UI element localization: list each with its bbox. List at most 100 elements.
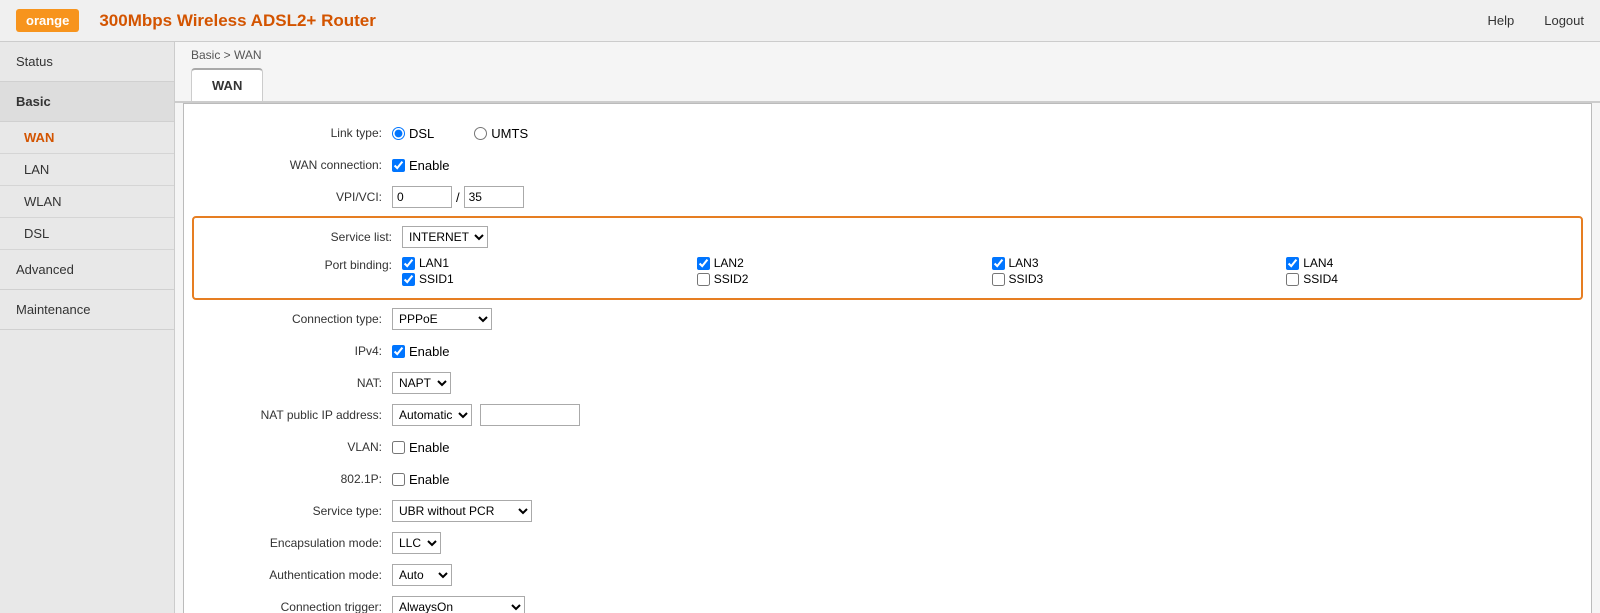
service-list-value: INTERNET	[402, 226, 1573, 248]
sidebar-item-lan[interactable]: LAN	[0, 154, 174, 186]
port-ssid2: SSID2	[697, 272, 984, 286]
nat-value: NAPT NAT None	[392, 372, 1583, 394]
dot1p-enable-label: Enable	[409, 472, 449, 487]
sidebar-item-wlan[interactable]: WLAN	[0, 186, 174, 218]
sidebar-item-advanced[interactable]: Advanced	[0, 250, 174, 290]
port-lan4: LAN4	[1286, 256, 1573, 270]
service-list-row: Service list: INTERNET	[202, 224, 1573, 250]
wan-connection-value: Enable	[392, 158, 1583, 173]
dot1p-row: 802.1P: Enable	[192, 466, 1583, 492]
ipv4-row: IPv4: Enable	[192, 338, 1583, 364]
ssid4-checkbox[interactable]	[1286, 273, 1299, 286]
ipv4-checkbox[interactable]	[392, 345, 405, 358]
dot1p-checkbox[interactable]	[392, 473, 405, 486]
form-container: Link type: DSL UMTS WAN connection: Enab…	[183, 103, 1592, 613]
encapsulation-label: Encapsulation mode:	[192, 536, 392, 550]
encapsulation-value: LLC VC	[392, 532, 1583, 554]
ssid1-checkbox[interactable]	[402, 273, 415, 286]
vpi-vci-label: VPI/VCI:	[192, 190, 392, 204]
lan2-label: LAN2	[714, 256, 744, 270]
nat-public-ip-row: NAT public IP address: Automatic Manual	[192, 402, 1583, 428]
service-port-box: Service list: INTERNET Port binding:	[192, 216, 1583, 300]
lan2-checkbox[interactable]	[697, 257, 710, 270]
link-type-umts-label: UMTS	[491, 126, 528, 141]
connection-trigger-row: Connection trigger: AlwaysOn Manual Conn…	[192, 594, 1583, 613]
help-link[interactable]: Help	[1487, 13, 1514, 28]
vci-separator: /	[456, 190, 460, 205]
authentication-value: Auto PAP CHAP	[392, 564, 1583, 586]
nat-public-ip-select[interactable]: Automatic Manual	[392, 404, 472, 426]
lan3-checkbox[interactable]	[992, 257, 1005, 270]
port-ssid4: SSID4	[1286, 272, 1573, 286]
nat-public-ip-input[interactable]	[480, 404, 580, 426]
lan4-checkbox[interactable]	[1286, 257, 1299, 270]
service-type-value: UBR without PCR UBR with PCR CBR	[392, 500, 1583, 522]
service-type-select[interactable]: UBR without PCR UBR with PCR CBR	[392, 500, 532, 522]
service-type-row: Service type: UBR without PCR UBR with P…	[192, 498, 1583, 524]
ssid3-label: SSID3	[1009, 272, 1044, 286]
vlan-label: VLAN:	[192, 440, 392, 454]
logout-link[interactable]: Logout	[1544, 13, 1584, 28]
ssid3-checkbox[interactable]	[992, 273, 1005, 286]
encapsulation-select[interactable]: LLC VC	[392, 532, 441, 554]
connection-type-label: Connection type:	[192, 312, 392, 326]
sidebar-item-dsl[interactable]: DSL	[0, 218, 174, 250]
wan-connection-label: WAN connection:	[192, 158, 392, 172]
sidebar-item-basic[interactable]: Basic	[0, 82, 174, 122]
service-list-label: Service list:	[202, 230, 402, 244]
port-binding-grid: LAN1 LAN2 LAN3	[402, 256, 1573, 286]
link-type-label: Link type:	[192, 126, 392, 140]
sidebar-item-wan[interactable]: WAN	[0, 122, 174, 154]
ssid4-label: SSID4	[1303, 272, 1338, 286]
logo: orange	[16, 9, 79, 32]
wan-connection-row: WAN connection: Enable	[192, 152, 1583, 178]
port-lan1: LAN1	[402, 256, 689, 270]
vlan-row: VLAN: Enable	[192, 434, 1583, 460]
connection-type-value: PPPoE	[392, 308, 1583, 330]
vlan-enable-label: Enable	[409, 440, 449, 455]
lan3-label: LAN3	[1009, 256, 1039, 270]
ssid1-label: SSID1	[419, 272, 454, 286]
tab-bar: WAN	[175, 68, 1600, 103]
lan4-label: LAN4	[1303, 256, 1333, 270]
port-lan3: LAN3	[992, 256, 1279, 270]
vpi-input[interactable]	[392, 186, 452, 208]
vci-input[interactable]	[464, 186, 524, 208]
link-type-umts-radio[interactable]	[474, 127, 487, 140]
connection-type-select[interactable]: PPPoE	[392, 308, 492, 330]
wan-connection-checkbox[interactable]	[392, 159, 405, 172]
ipv4-enable-label: Enable	[409, 344, 449, 359]
link-type-dsl-radio[interactable]	[392, 127, 405, 140]
port-lan2: LAN2	[697, 256, 984, 270]
app-title: 300Mbps Wireless ADSL2+ Router	[99, 11, 1487, 31]
link-type-value: DSL UMTS	[392, 126, 1583, 141]
vlan-value: Enable	[392, 440, 1583, 455]
lan1-checkbox[interactable]	[402, 257, 415, 270]
vpi-vci-value: /	[392, 186, 1583, 208]
content-area: Basic > WAN WAN Link type: DSL UMTS WA	[175, 42, 1600, 613]
nat-public-ip-label: NAT public IP address:	[192, 408, 392, 422]
ipv4-label: IPv4:	[192, 344, 392, 358]
tab-wan[interactable]: WAN	[191, 68, 263, 101]
nat-label: NAT:	[192, 376, 392, 390]
nat-public-ip-value: Automatic Manual	[392, 404, 1583, 426]
link-type-dsl-label: DSL	[409, 126, 434, 141]
dot1p-value: Enable	[392, 472, 1583, 487]
connection-trigger-select[interactable]: AlwaysOn Manual ConnectOnDemand	[392, 596, 525, 613]
service-list-select[interactable]: INTERNET	[402, 226, 488, 248]
nat-select[interactable]: NAPT NAT None	[392, 372, 451, 394]
ssid2-checkbox[interactable]	[697, 273, 710, 286]
sidebar-item-status[interactable]: Status	[0, 42, 174, 82]
authentication-label: Authentication mode:	[192, 568, 392, 582]
connection-trigger-label: Connection trigger:	[192, 600, 392, 613]
connection-trigger-value: AlwaysOn Manual ConnectOnDemand	[392, 596, 1583, 613]
header-links: Help Logout	[1487, 13, 1584, 28]
port-binding-row: Port binding: LAN1 LAN2	[202, 256, 1573, 286]
authentication-select[interactable]: Auto PAP CHAP	[392, 564, 452, 586]
header: orange 300Mbps Wireless ADSL2+ Router He…	[0, 0, 1600, 42]
vlan-checkbox[interactable]	[392, 441, 405, 454]
ssid2-label: SSID2	[714, 272, 749, 286]
wan-connection-enable-label: Enable	[409, 158, 449, 173]
port-ssid1: SSID1	[402, 272, 689, 286]
sidebar-item-maintenance[interactable]: Maintenance	[0, 290, 174, 330]
